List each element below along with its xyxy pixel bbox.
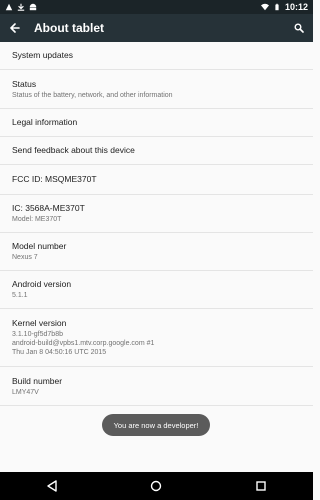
back-button[interactable] xyxy=(0,14,30,42)
item-primary: System updates xyxy=(12,50,73,60)
item-primary: Kernel version xyxy=(12,318,67,328)
item-primary: Model number xyxy=(12,241,67,251)
page-title: About tablet xyxy=(34,21,104,35)
list-item-kernel-version[interactable]: Kernel version 3.1.10-gf5d7b8b android-b… xyxy=(0,309,313,367)
nav-back-button[interactable] xyxy=(32,472,72,500)
list-item-android-version[interactable]: Android version 5.1.1 xyxy=(0,271,313,309)
nav-recents-button[interactable] xyxy=(241,472,281,500)
item-secondary: Status of the battery, network, and othe… xyxy=(12,91,173,99)
list-item-fcc-id[interactable]: FCC ID: MSQME370T xyxy=(0,165,313,195)
arrow-back-icon xyxy=(10,23,20,33)
item-secondary: Nexus 7 xyxy=(12,254,38,261)
list-item-system-updates[interactable]: System updates xyxy=(0,42,313,70)
status-bar-right: 10:12 xyxy=(256,2,313,12)
list-item-send-feedback[interactable]: Send feedback about this device xyxy=(0,137,313,165)
navigation-bar xyxy=(0,472,313,500)
list-item-legal-information[interactable]: Legal information xyxy=(0,109,313,137)
item-secondary: 3.1.10-gf5d7b8b xyxy=(12,331,63,338)
item-secondary: Model: ME370T xyxy=(12,216,62,223)
nav-home-button[interactable] xyxy=(136,472,176,500)
status-bar: 10:12 xyxy=(0,0,313,14)
item-secondary: android-build@vpbs1.mtv.corp.google.com … xyxy=(12,340,155,347)
item-primary: FCC ID: MSQME370T xyxy=(12,174,97,184)
item-primary: Build number xyxy=(12,375,63,386)
status-time: 10:12 xyxy=(284,2,308,12)
search-button[interactable] xyxy=(285,14,313,42)
item-primary: Legal information xyxy=(12,117,78,127)
status-bar-left xyxy=(0,3,42,11)
item-primary: Android version xyxy=(12,279,72,289)
recents-square-icon xyxy=(256,481,266,491)
developer-toast: You are now a developer! xyxy=(102,414,210,436)
item-secondary: Thu Jan 8 04:50:16 UTC 2015 xyxy=(12,349,107,356)
android-icon xyxy=(29,3,37,11)
notification-icon xyxy=(5,3,13,11)
app-toolbar: About tablet xyxy=(0,14,313,42)
back-triangle-icon xyxy=(47,480,57,492)
list-item-ic[interactable]: IC: 3568A-ME370T Model: ME370T xyxy=(0,195,313,233)
list-item-status[interactable]: Status Status of the battery, network, a… xyxy=(0,70,313,109)
download-icon xyxy=(17,3,25,11)
list-item-model-number[interactable]: Model number Nexus 7 xyxy=(0,233,313,271)
wifi-icon xyxy=(260,3,269,11)
about-settings-list: System updates Status Status of the batt… xyxy=(0,42,313,406)
item-secondary: 5.1.1 xyxy=(12,292,28,299)
item-secondary: LMY47V xyxy=(12,388,39,396)
home-circle-icon xyxy=(151,480,162,492)
item-primary: Status xyxy=(12,78,37,89)
item-primary: IC: 3568A-ME370T xyxy=(12,203,85,213)
list-item-build-number[interactable]: Build number LMY47V xyxy=(0,367,313,406)
battery-icon xyxy=(275,3,279,11)
search-icon xyxy=(294,23,304,33)
item-primary: Send feedback about this device xyxy=(12,145,135,155)
